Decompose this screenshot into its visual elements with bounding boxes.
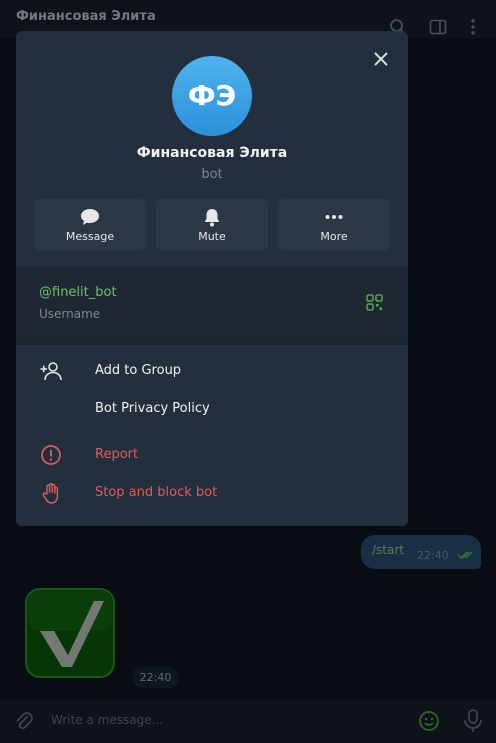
mute-button-label: Mute: [198, 230, 226, 243]
avatar: ФЭ: [172, 56, 252, 136]
section-divider: [16, 337, 408, 345]
report-label: Report: [95, 447, 139, 462]
mute-button[interactable]: Mute: [156, 199, 268, 250]
profile-subtitle: bot: [201, 167, 223, 182]
qr-code-icon[interactable]: [366, 294, 383, 311]
bot-privacy-policy-item[interactable]: Bot Privacy Policy: [16, 392, 408, 426]
username-value[interactable]: @finelit_bot: [39, 285, 117, 300]
more-button[interactable]: More: [278, 199, 390, 250]
close-icon[interactable]: [371, 49, 391, 69]
hand-stop-icon: [42, 483, 59, 504]
report-icon: [41, 445, 61, 465]
username-row[interactable]: @finelit_bot Username: [16, 267, 408, 337]
add-user-icon: [40, 362, 62, 381]
chat-bubble-icon: [81, 209, 99, 225]
report-item[interactable]: Report: [16, 438, 408, 472]
profile-name: Финансовая Элита: [136, 145, 288, 161]
bot-info-dialog: ФЭ Финансовая Элита bot Message Mute Mor…: [16, 31, 408, 526]
message-button-label: Message: [65, 230, 115, 243]
stop-and-block-bot-item[interactable]: Stop and block bot: [16, 476, 408, 510]
add-to-group-item[interactable]: Add to Group: [16, 354, 408, 388]
stop-and-block-bot-label: Stop and block bot: [95, 485, 218, 500]
message-button[interactable]: Message: [34, 199, 146, 250]
bell-icon: [204, 209, 220, 227]
add-to-group-label: Add to Group: [95, 363, 182, 378]
more-button-label: More: [320, 230, 348, 243]
bot-privacy-policy-label: Bot Privacy Policy: [95, 401, 210, 416]
username-label: Username: [39, 307, 101, 321]
more-dots-icon: [325, 215, 343, 219]
